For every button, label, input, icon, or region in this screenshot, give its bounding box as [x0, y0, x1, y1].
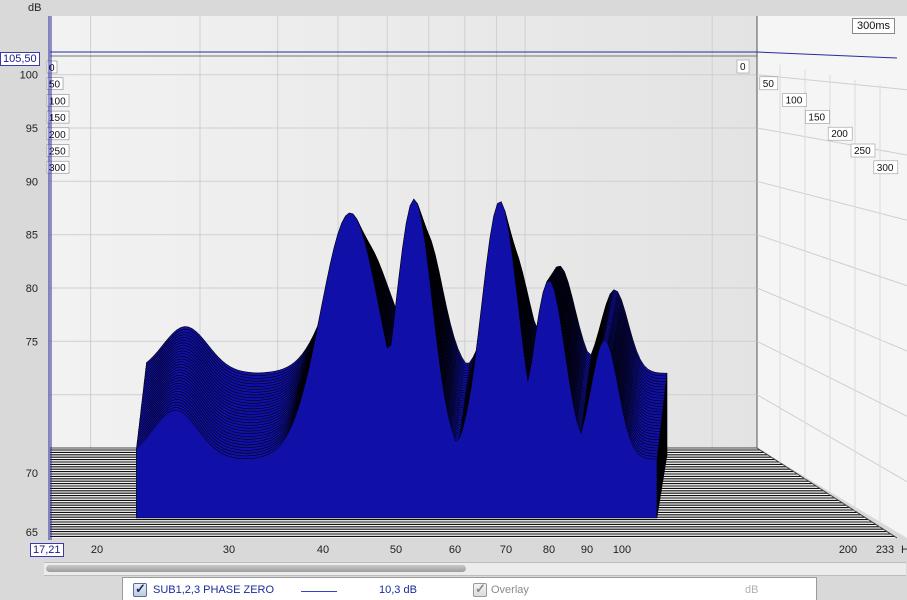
time-tick-label: 200	[831, 129, 848, 140]
y-tick-label: 100	[20, 70, 38, 82]
y-tick-label: 65	[26, 527, 38, 539]
time-label-box[interactable]: 300ms	[852, 18, 896, 34]
time-tick-label: 300	[877, 163, 894, 174]
x-tick-label: 100	[613, 544, 631, 556]
unit-label: dB	[745, 584, 759, 596]
x-tick-label: 50	[390, 544, 402, 556]
y-tick-label: 80	[26, 283, 38, 295]
overlay-checkbox[interactable]: ✓	[473, 581, 487, 597]
time-tick-label: 100	[786, 96, 803, 107]
time-tick-label: 250	[49, 147, 66, 158]
y-cursor-readout[interactable]: 105,50	[0, 52, 40, 66]
x-tick-label: 70	[500, 544, 512, 556]
x-cursor-readout[interactable]: 17,21	[30, 543, 64, 557]
y-axis: 100 95 90 85 80 75 70 65	[20, 70, 38, 539]
series-line-sample	[301, 591, 337, 592]
overlay-label[interactable]: Overlay	[491, 584, 529, 596]
x-tick-label: 80	[543, 544, 555, 556]
y-tick-label: 75	[26, 336, 38, 348]
horizontal-scrollbar[interactable]	[44, 562, 906, 576]
checkmark-icon: ✓	[135, 581, 146, 596]
y-tick-label: 85	[26, 230, 38, 242]
series-checkbox[interactable]: ✓	[133, 581, 147, 597]
smoothing-value: 10,3 dB	[379, 584, 417, 596]
x-tick-label: 233	[876, 544, 894, 556]
time-tick-label: 200	[49, 130, 66, 141]
series-name[interactable]: SUB1,2,3 PHASE ZERO	[153, 584, 274, 596]
x-tick-label: 90	[581, 544, 593, 556]
time-tick-label: 0	[49, 63, 55, 74]
x-tick-label: 20	[91, 544, 103, 556]
x-axis: 20 30 40 50 60 70 80 90 100 200 233 H	[91, 544, 907, 556]
time-tick-label: 150	[49, 113, 66, 124]
x-tick-label: 40	[317, 544, 329, 556]
x-tick-label: 200	[839, 544, 857, 556]
y-tick-label: 90	[26, 176, 38, 188]
checkmark-icon: ✓	[475, 581, 486, 596]
x-unit-label: H	[901, 544, 907, 556]
time-tick-label: 100	[49, 96, 66, 107]
time-tick-label: 150	[808, 112, 825, 123]
time-tick-label: 50	[763, 79, 775, 90]
waterfall-chart[interactable]: 100 95 90 85 80 75 70 65 20 30 40 50 60 70 80 90 100 200…	[0, 0, 907, 575]
legend-bar: ✓ SUB1,2,3 PHASE ZERO 10,3 dB ✓ Overlay …	[122, 577, 817, 600]
time-tick-label: 300	[49, 163, 66, 174]
x-tick-label: 60	[449, 544, 461, 556]
scrollbar-thumb[interactable]	[46, 565, 466, 572]
y-tick-label: 95	[26, 123, 38, 135]
time-tick-label: 250	[854, 146, 871, 157]
y-unit-label: dB	[28, 2, 41, 14]
y-tick-label: 70	[26, 468, 38, 480]
x-tick-label: 30	[223, 544, 235, 556]
time-tick-label: 0	[740, 62, 746, 73]
